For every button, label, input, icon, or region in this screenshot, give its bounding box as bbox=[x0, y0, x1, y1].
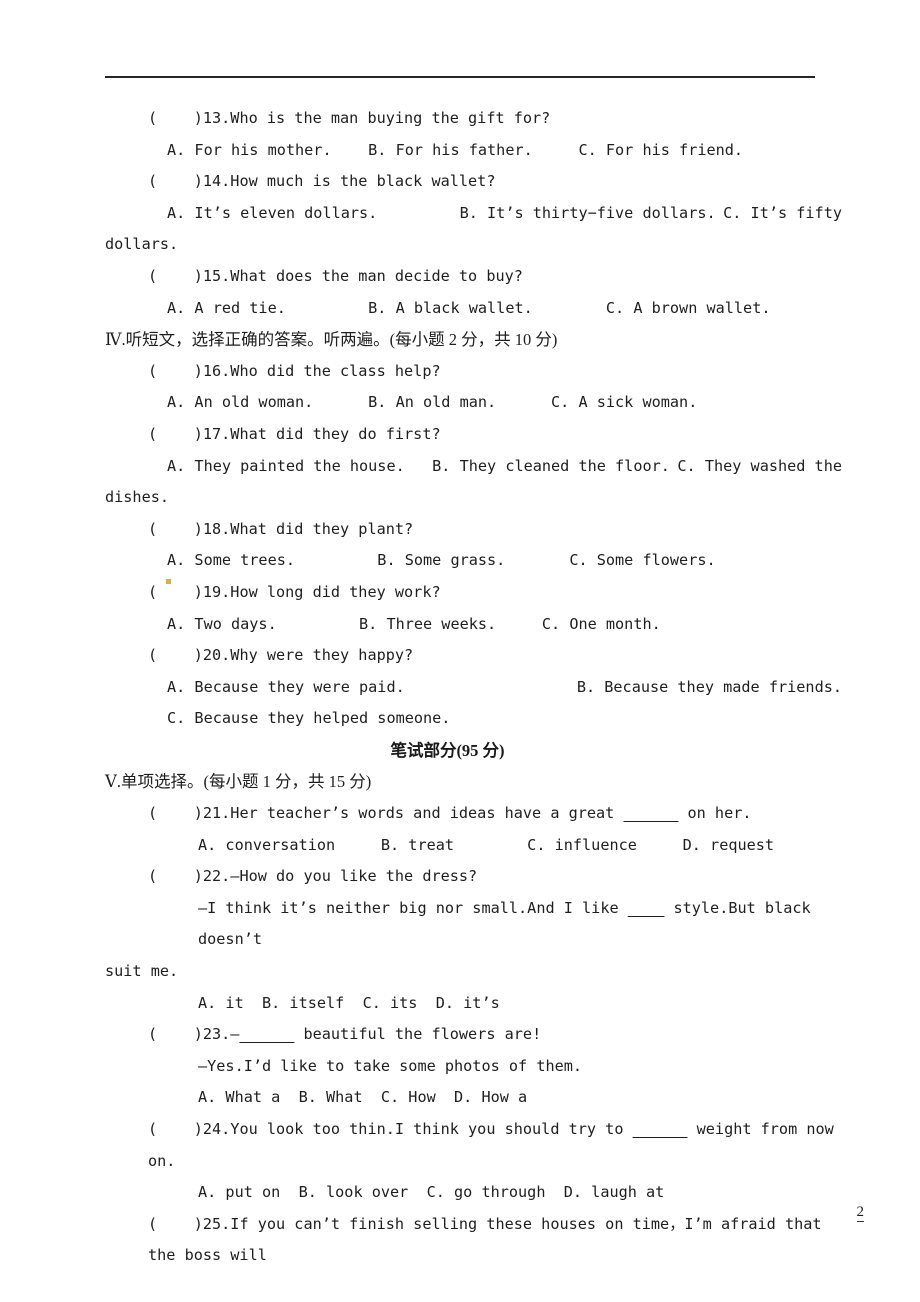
question-13-stem: ( )13.Who is the man buying the gift for… bbox=[105, 103, 850, 135]
question-25-marker: ( )25. bbox=[148, 1214, 231, 1233]
question-16-options: A. An old woman. B. An old man. C. A sic… bbox=[167, 393, 698, 412]
question-23-text-after: beautiful the flowers are! bbox=[294, 1025, 542, 1044]
question-19-options: A. Two days. B. Three weeks. C. One mont… bbox=[167, 614, 661, 633]
question-14-options-wrap: dollars. bbox=[105, 235, 179, 254]
question-23-blank[interactable]: ______ bbox=[239, 1025, 294, 1043]
question-20-marker: ( )20. bbox=[148, 646, 231, 665]
question-23-reply: —Yes.I’d like to take some photos of the… bbox=[198, 1056, 583, 1075]
question-14-options-left: A. It’s eleven dollars. B. It’s thirty−f… bbox=[167, 203, 716, 222]
question-21-marker: ( )21. bbox=[148, 804, 231, 823]
question-15-stem: ( )15.What does the man decide to buy? bbox=[105, 261, 850, 293]
question-13-text: Who is the man buying the gift for? bbox=[230, 109, 551, 127]
question-17-text: What did they do first? bbox=[230, 424, 441, 443]
question-25-stem: ( )25.If you can’t finish selling these … bbox=[105, 1209, 850, 1272]
question-14-stem: ( )14.How much is the black wallet? bbox=[105, 166, 850, 198]
question-22-reply-wrap: suit me. bbox=[105, 962, 179, 981]
question-22-text: —How do you like the dress? bbox=[230, 867, 478, 886]
question-23-options: A. What a B. What C. How D. How a bbox=[198, 1088, 528, 1107]
question-20-options-ab: A. Because they were paid. B. Because the… bbox=[105, 672, 850, 704]
question-22-reply: —I think it’s neither big nor small.And … bbox=[105, 893, 850, 956]
question-22-blank[interactable]: ____ bbox=[628, 899, 665, 917]
question-16-marker: ( )16. bbox=[148, 361, 231, 380]
question-24-text-before: You look too thin.I think you should try… bbox=[230, 1120, 633, 1138]
question-21-options: A. conversation B. treat C. influence D.… bbox=[198, 835, 775, 854]
question-14-text: How much is the black wallet? bbox=[230, 172, 496, 191]
question-18-options: A. Some trees. B. Some grass. C. Some fl… bbox=[167, 551, 716, 570]
section-iv-heading: Ⅳ.听短文，选择正确的答案。听两遍。(每小题 2 分，共 10 分) bbox=[105, 330, 558, 350]
question-17-options: A. They painted the house. B. They clean… bbox=[105, 451, 850, 483]
question-23-stem: ( )23.—______ beautiful the flowers are! bbox=[105, 1019, 850, 1051]
question-20-stem: ( )20.Why were they happy? bbox=[105, 640, 850, 672]
question-14-options-right: C. It’s fifty bbox=[723, 203, 842, 222]
question-20-option-a: A. Because they were paid. bbox=[167, 677, 405, 696]
page-number: 2 bbox=[856, 1204, 864, 1222]
question-22-reply-before: —I think it’s neither big nor small.And … bbox=[198, 898, 628, 917]
question-13-marker: ( )13. bbox=[148, 109, 231, 127]
question-24-blank[interactable]: ______ bbox=[633, 1120, 688, 1138]
question-17-stem: ( )17.What did they do first? bbox=[105, 419, 850, 451]
question-18-marker: ( )18. bbox=[148, 519, 231, 538]
question-24-marker: ( )24. bbox=[148, 1120, 231, 1138]
question-24-stem: ( )24.You look too thin.I think you shou… bbox=[105, 1114, 850, 1177]
question-19-stem: ( )19.How long did they work? bbox=[105, 577, 850, 609]
question-24-options: A. put on B. look over C. go through D. … bbox=[198, 1183, 665, 1202]
section-v-heading: Ⅴ.单项选择。(每小题 1 分，共 15 分) bbox=[105, 772, 372, 792]
written-part-heading: 笔试部分(95 分) bbox=[390, 740, 505, 760]
question-25-text: If you can’t finish selling these houses… bbox=[148, 1214, 831, 1265]
question-21-stem: ( )21.Her teacher’s words and ideas have… bbox=[105, 798, 850, 830]
header-rule bbox=[105, 76, 815, 78]
question-22-stem: ( )22.—How do you like the dress? bbox=[105, 861, 850, 893]
question-14-marker: ( )14. bbox=[148, 172, 231, 191]
question-17-options-wrap: dishes. bbox=[105, 488, 170, 507]
question-23-marker: ( )23. bbox=[148, 1025, 231, 1044]
page-content: ( )13.Who is the man buying the gift for… bbox=[105, 103, 850, 1272]
question-20-text: Why were they happy? bbox=[230, 646, 414, 665]
question-16-text: Who did the class help? bbox=[230, 361, 441, 380]
question-17-options-right: C. They washed the bbox=[677, 456, 842, 475]
exam-page: ( )13.Who is the man buying the gift for… bbox=[0, 0, 920, 1302]
question-13-options: A. For his mother. B. For his father. C.… bbox=[167, 140, 744, 159]
question-15-marker: ( )15. bbox=[148, 266, 231, 285]
question-22-options: A. it B. itself C. its D. it’s bbox=[198, 993, 500, 1012]
question-19-text: How long did they work? bbox=[230, 582, 441, 601]
question-21-text-before: Her teacher’s words and ideas have a gre… bbox=[230, 804, 624, 823]
question-16-stem: ( )16.Who did the class help? bbox=[105, 356, 850, 388]
question-21-blank[interactable]: ______ bbox=[623, 804, 678, 822]
question-19-marker: ( )19. bbox=[148, 582, 231, 601]
question-14-options: A. It’s eleven dollars. B. It’s thirty−f… bbox=[105, 198, 850, 230]
question-15-options: A. A red tie. B. A black wallet. C. A br… bbox=[167, 298, 771, 317]
question-20-option-c: C. Because they helped someone. bbox=[167, 709, 451, 728]
question-17-marker: ( )17. bbox=[148, 424, 231, 443]
question-22-marker: ( )22. bbox=[148, 867, 231, 886]
question-17-options-left: A. They painted the house. B. They clean… bbox=[167, 456, 670, 475]
question-15-text: What does the man decide to buy? bbox=[230, 266, 523, 285]
scan-artifact bbox=[166, 579, 171, 584]
question-21-text-after: on her. bbox=[678, 804, 752, 823]
question-18-stem: ( )18.What did they plant? bbox=[105, 514, 850, 546]
question-18-text: What did they plant? bbox=[230, 519, 414, 538]
question-20-option-b: B. Because they made friends. bbox=[576, 677, 842, 696]
